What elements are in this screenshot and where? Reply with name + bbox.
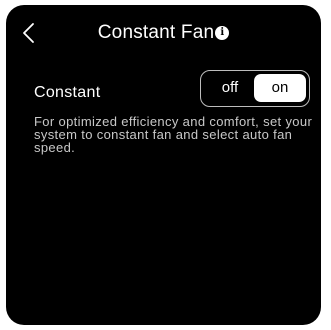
- header: Constant Fan i: [6, 5, 321, 63]
- title-wrap: Constant Fan i: [6, 22, 321, 44]
- constant-toggle[interactable]: off on: [200, 70, 310, 107]
- screen: Constant Fan i Constant off on For optimi…: [6, 5, 321, 325]
- setting-description: For optimized efficiency and comfort, se…: [34, 114, 313, 155]
- toggle-on-option[interactable]: on: [254, 74, 306, 102]
- info-icon[interactable]: i: [215, 26, 230, 40]
- page-title: Constant Fan: [97, 22, 215, 43]
- toggle-off-option[interactable]: off: [204, 74, 256, 102]
- constant-label: Constant: [34, 84, 101, 101]
